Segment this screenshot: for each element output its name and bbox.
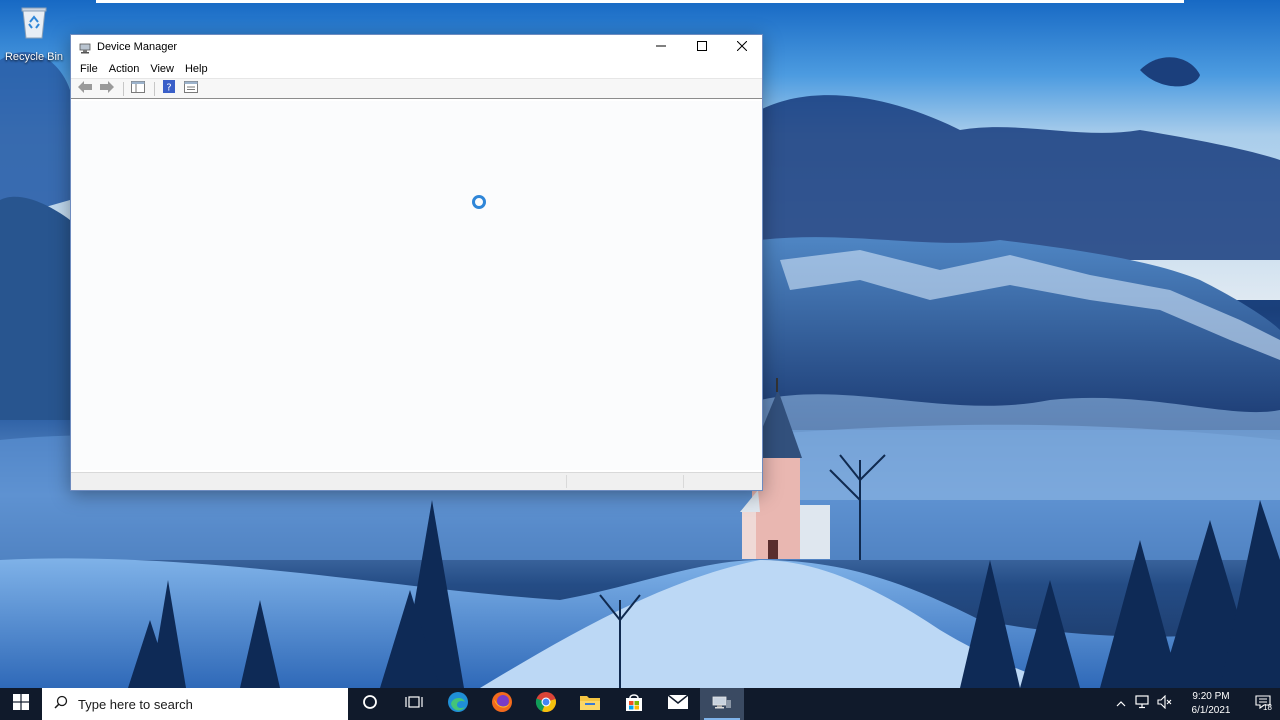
svg-text:?: ?	[166, 82, 171, 93]
help-icon: ?	[163, 79, 175, 98]
device-manager-window[interactable]: Device Manager File Action View Help ?	[70, 34, 763, 491]
maximize-icon	[697, 38, 707, 56]
back-button[interactable]	[75, 80, 95, 98]
show-hidden-icons-button[interactable]	[1110, 688, 1132, 720]
search-placeholder: Type here to search	[78, 696, 193, 712]
taskbar-store[interactable]	[612, 688, 656, 720]
taskbar: Type here to search 9:20 PM 6/1/2021 18	[0, 688, 1280, 720]
taskbar-mail[interactable]	[656, 688, 700, 720]
device-manager-icon	[712, 694, 732, 715]
minimize-button[interactable]	[641, 35, 681, 59]
clock-date: 6/1/2021	[1191, 705, 1231, 716]
task-view-icon	[405, 695, 423, 714]
taskbar-search-box[interactable]: Type here to search	[42, 688, 348, 720]
clock-time: 9:20 PM	[1192, 691, 1230, 702]
menu-action[interactable]: Action	[104, 63, 145, 75]
menu-file[interactable]: File	[75, 63, 103, 75]
taskbar-chrome[interactable]	[524, 688, 568, 720]
loading-spinner-icon	[472, 195, 486, 209]
volume-button[interactable]	[1154, 688, 1176, 720]
device-manager-icon	[79, 41, 91, 54]
show-hide-tree-button[interactable]	[128, 80, 148, 98]
windows-logo-icon	[13, 693, 29, 715]
cortana-icon	[362, 694, 378, 715]
taskbar-edge[interactable]	[436, 688, 480, 720]
properties-button[interactable]	[181, 80, 201, 98]
status-section-divider	[566, 475, 567, 488]
menu-view[interactable]: View	[145, 63, 179, 75]
back-arrow-icon	[78, 80, 92, 98]
top-strip	[96, 0, 1184, 3]
system-tray: 9:20 PM 6/1/2021 18	[1110, 688, 1280, 720]
status-bar	[71, 472, 762, 490]
taskbar-cortana[interactable]	[348, 688, 392, 720]
desktop-icon-recycle-bin[interactable]: Recycle Bin	[4, 4, 64, 66]
taskbar-file-explorer[interactable]	[568, 688, 612, 720]
search-icon	[54, 695, 68, 714]
help-button[interactable]: ?	[159, 79, 179, 98]
window-title: Device Manager	[97, 41, 178, 53]
toolbar-separator	[154, 81, 155, 96]
forward-button[interactable]	[97, 80, 117, 98]
start-button[interactable]	[0, 688, 42, 720]
taskbar-firefox[interactable]	[480, 688, 524, 720]
properties-icon	[184, 80, 198, 98]
toolbar: ?	[71, 79, 762, 99]
toolbar-separator	[123, 81, 124, 96]
device-tree-pane[interactable]	[71, 101, 762, 470]
close-button[interactable]	[722, 35, 762, 59]
volume-muted-icon	[1157, 694, 1173, 714]
taskbar-device-manager[interactable]	[700, 688, 744, 720]
minimize-icon	[656, 38, 666, 56]
menu-bar: File Action View Help	[71, 59, 762, 79]
chrome-icon	[535, 691, 557, 718]
taskbar-clock[interactable]: 9:20 PM 6/1/2021	[1176, 690, 1246, 718]
mail-icon	[667, 693, 689, 714]
firefox-icon	[491, 691, 513, 718]
recycle-bin-icon	[17, 4, 51, 45]
title-bar[interactable]: Device Manager	[71, 35, 762, 59]
desktop-icon-label: Recycle Bin	[4, 51, 64, 63]
menu-help[interactable]: Help	[180, 63, 213, 75]
maximize-button[interactable]	[682, 35, 722, 59]
file-explorer-icon	[580, 694, 600, 715]
forward-arrow-icon	[100, 80, 114, 98]
taskbar-task-view[interactable]	[392, 688, 436, 720]
notification-count-badge: 18	[1263, 703, 1272, 712]
network-icon	[1135, 694, 1151, 714]
close-icon	[736, 38, 748, 56]
show-hide-tree-icon	[131, 80, 145, 98]
status-section-divider	[683, 475, 684, 488]
network-button[interactable]	[1132, 688, 1154, 720]
edge-icon	[447, 691, 469, 718]
action-center-button[interactable]: 18	[1246, 688, 1280, 720]
store-icon	[625, 693, 643, 716]
chevron-up-icon	[1116, 695, 1126, 713]
